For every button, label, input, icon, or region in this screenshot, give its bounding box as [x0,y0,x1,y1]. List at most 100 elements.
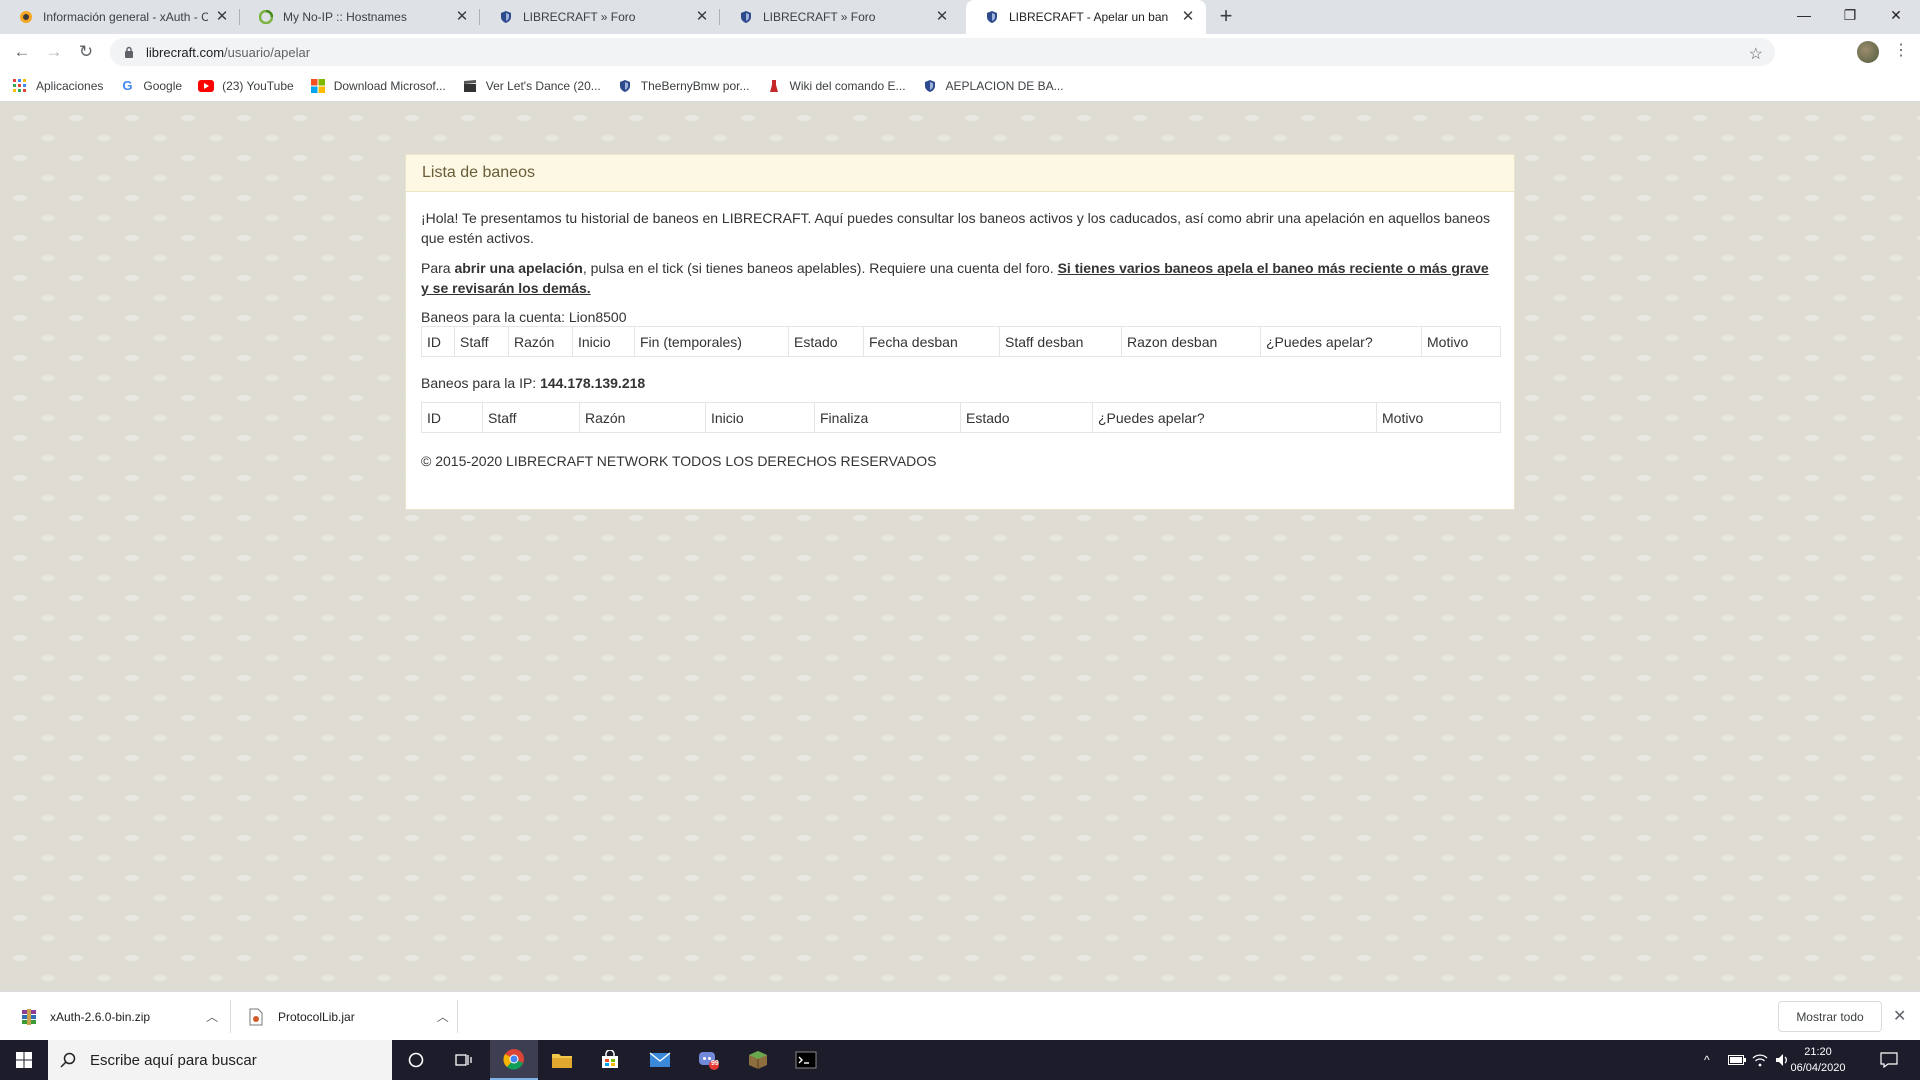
account-name: Lion8500 [568,309,627,325]
bookmark-youtube[interactable]: (23) YouTube [198,78,294,94]
column-header: Razón [579,402,706,433]
bookmark-aplicaciones[interactable]: Aplicaciones [12,78,103,94]
tab-strip: Información general - xAuth - Co ✕ My No… [0,0,1920,34]
address-bar[interactable]: librecraft.com/usuario/apelar ☆ [110,38,1775,66]
close-icon[interactable]: ✕ [1893,1006,1906,1026]
column-header: Razón [508,326,573,357]
mail-icon[interactable] [636,1040,684,1080]
notifications-icon[interactable] [1880,1040,1898,1080]
windows-start-button[interactable] [0,1040,48,1080]
profile-avatar[interactable] [1857,41,1879,63]
bookmark-label: Ver Let's Dance (20... [485,78,601,93]
download-filename: xAuth-2.6.0-bin.zip [50,1009,151,1024]
bookmark-thebernybmw[interactable]: TheBernyBmw por... [617,78,750,94]
column-header: Inicio [572,326,635,357]
maximize-button[interactable]: ❐ [1827,0,1873,30]
table-header-row: ID Staff Razón Inicio Finaliza Estado ¿P… [421,402,1501,433]
bookmark-microsoft[interactable]: Download Microsof... [310,78,446,94]
wifi-icon[interactable] [1752,1040,1768,1080]
system-clock[interactable]: 21:20 06/04/2020 [1790,1044,1846,1076]
close-icon[interactable]: ✕ [214,9,230,25]
download-item[interactable]: xAuth-2.6.0-bin.zip ︿ [20,992,230,1041]
bookmark-star-icon[interactable]: ☆ [1749,44,1763,64]
bookmark-label: Download Microsof... [333,78,446,93]
reload-button[interactable]: ↻ [72,38,100,66]
column-header: Inicio [705,402,815,433]
intro-text: ¡Hola! Te presentamos tu historial de ba… [421,210,1491,246]
bookmark-label: Google [143,78,183,93]
tab-librecraft-apelar[interactable]: LIBRECRAFT - Apelar un ban ✕ [966,0,1206,34]
cortana-icon[interactable] [392,1040,440,1080]
browser-toolbar: ← → ↻ librecraft.com/usuario/apelar ☆ [0,34,1920,70]
bookmark-label: AEPLACION DE BA... [945,78,1064,93]
table-header-row: ID Staff Razón Inicio Fin (temporales) E… [421,326,1501,357]
column-header: Finaliza [814,402,961,433]
task-view-icon[interactable] [440,1040,488,1080]
curse-icon [18,9,34,25]
column-header: ID [421,402,483,433]
account-bans-label: Baneos para la cuenta: Lion8500 [421,309,627,325]
chevron-up-icon[interactable]: ︿ [437,1008,449,1025]
shield-icon [738,9,754,25]
shield-icon [984,9,1000,25]
bookmark-label: Aplicaciones [36,78,104,93]
volume-icon[interactable] [1775,1040,1791,1080]
tab-librecraft-foro-2[interactable]: LIBRECRAFT » Foro ✕ [720,0,960,34]
close-icon[interactable]: ✕ [1180,9,1196,25]
close-icon[interactable]: ✕ [934,9,950,25]
clapperboard-icon [462,78,478,94]
bookmark-wiki[interactable]: Wiki del comando E... [766,78,906,94]
column-header: Estado [960,402,1093,433]
column-header: Staff desban [999,326,1122,357]
appeal-instructions: Para abrir una apelación, pulsa en el ti… [421,260,1489,296]
bookmark-google[interactable]: G Google [119,78,182,94]
microsoft-icon [310,78,326,94]
jar-file-icon [248,1008,266,1026]
download-filename: ProtocolLib.jar [278,1009,355,1024]
tray-chevron-icon[interactable]: ^ [1704,1040,1710,1080]
lock-icon [122,45,136,59]
panel-body: ¡Hola! Te presentamos tu historial de ba… [406,192,1514,485]
close-window-button[interactable]: ✕ [1873,0,1919,30]
column-header: Fin (temporales) [634,326,789,357]
discord-icon[interactable]: 99 [684,1040,732,1080]
menu-kebab-icon[interactable]: ⋮ [1893,42,1909,62]
forward-button[interactable]: → [40,38,68,66]
tab-librecraft-foro-1[interactable]: LIBRECRAFT » Foro ✕ [480,0,720,34]
minecraft-icon[interactable] [734,1040,782,1080]
taskbar-search-input[interactable]: Escribe aquí para buscar [48,1040,392,1080]
ip-address: 144.178.139.218 [540,375,646,391]
column-header: Motivo [1421,326,1501,357]
close-icon[interactable]: ✕ [454,9,470,25]
terminal-icon[interactable] [782,1040,830,1080]
chrome-icon[interactable] [490,1040,538,1080]
show-all-downloads-button[interactable]: Mostrar todo [1778,1001,1882,1032]
ban-list-panel: Lista de baneos ¡Hola! Te presentamos tu… [405,154,1515,510]
bookmark-aeplacion[interactable]: AEPLACION DE BA... [922,78,1064,94]
google-icon: G [122,78,133,93]
download-shelf: xAuth-2.6.0-bin.zip ︿ ProtocolLib.jar ︿ … [0,991,1920,1040]
tab-noip[interactable]: My No-IP :: Hostnames ✕ [240,0,480,34]
column-header: Staff [454,326,509,357]
download-item[interactable]: ProtocolLib.jar ︿ [248,992,458,1041]
tab-title: LIBRECRAFT » Foro [763,10,876,24]
new-tab-button[interactable]: + [1214,5,1238,29]
bookmarks-bar: Aplicaciones G Google (23) YouTube Downl… [0,70,1920,102]
close-icon[interactable]: ✕ [694,9,710,25]
back-button[interactable]: ← [8,38,36,66]
tab-xauth[interactable]: Información general - xAuth - Co ✕ [0,0,240,34]
apps-grid-icon [12,78,28,94]
bookmark-label: Wiki del comando E... [789,78,906,93]
youtube-icon [198,78,215,94]
bookmark-label: (23) YouTube [222,78,294,93]
tab-title: Información general - xAuth - Co [43,10,208,24]
chevron-up-icon[interactable]: ︿ [206,1008,218,1025]
noip-icon [258,9,274,25]
store-icon[interactable] [586,1040,634,1080]
bookmark-letsdance[interactable]: Ver Let's Dance (20... [462,78,601,94]
notification-badge: 99 [711,1060,719,1067]
minimize-button[interactable]: — [1781,0,1827,30]
battery-icon[interactable] [1728,1040,1746,1080]
file-explorer-icon[interactable] [538,1040,586,1080]
bookmark-label: TheBernyBmw por... [640,78,750,93]
